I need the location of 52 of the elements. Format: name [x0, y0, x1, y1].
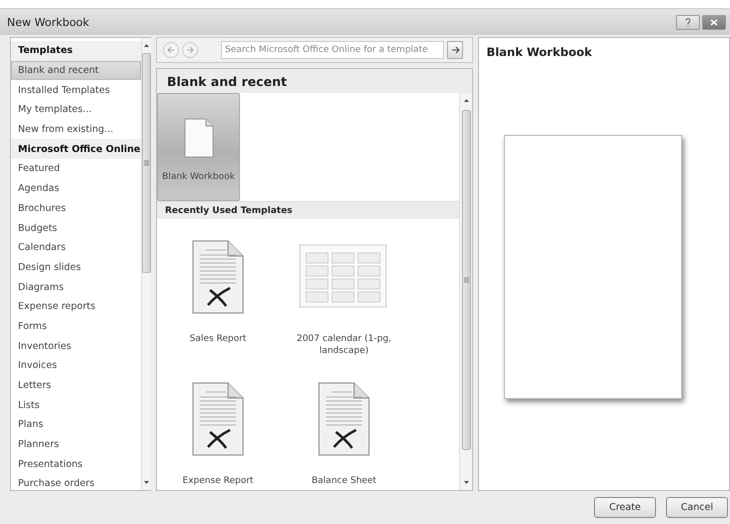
category-item[interactable]: Forms — [11, 316, 142, 336]
template-tile[interactable]: 2007 calendar (1-pg, landscape) — [285, 237, 403, 357]
scrollbar[interactable] — [141, 38, 152, 490]
search-go-button[interactable] — [447, 41, 463, 59]
close-button[interactable] — [702, 14, 726, 30]
scrollbar[interactable] — [459, 93, 472, 490]
calendar-thumbnail-icon — [299, 244, 389, 310]
category-item[interactable]: Design slides — [11, 258, 142, 278]
category-item[interactable]: Blank and recent — [11, 60, 142, 80]
spreadsheet-document-icon — [318, 382, 370, 456]
category-item[interactable]: Lists — [11, 395, 142, 416]
left-arrow-icon — [167, 46, 175, 54]
category-item[interactable]: Inventories — [11, 336, 142, 356]
scrollbar-thumb[interactable] — [462, 110, 471, 450]
right-arrow-icon — [186, 46, 194, 54]
create-button[interactable]: Create — [594, 497, 656, 518]
template-tile[interactable]: Sales Report — [159, 237, 277, 357]
category-item[interactable]: Diagrams — [11, 277, 142, 297]
category-item[interactable]: Featured — [11, 159, 142, 179]
help-icon — [685, 18, 691, 26]
category-header: Templates — [11, 41, 142, 61]
category-item[interactable]: Calendars — [11, 238, 142, 258]
category-item[interactable]: Expense reports — [11, 296, 142, 317]
help-button[interactable] — [676, 14, 700, 30]
category-item[interactable]: New from existing... — [11, 120, 142, 140]
category-item[interactable]: My templates... — [11, 100, 142, 120]
category-item[interactable]: Brochures — [11, 198, 142, 218]
scrollbar-thumb[interactable] — [142, 53, 152, 273]
spreadsheet-document-icon — [192, 240, 244, 314]
category-item[interactable]: Agendas — [11, 178, 142, 198]
category-item[interactable]: Planners — [11, 434, 142, 454]
spreadsheet-document-icon — [192, 382, 244, 456]
close-icon — [710, 18, 718, 26]
subsection-title: Recently Used Templates — [157, 201, 460, 219]
blank-page-icon — [184, 118, 214, 158]
template-tile[interactable]: Balance Sheet — [285, 379, 403, 487]
right-arrow-icon — [450, 46, 460, 54]
category-item[interactable]: Plans — [11, 415, 142, 435]
category-item[interactable]: Invoices — [11, 356, 142, 376]
section-title: Blank and recent — [157, 69, 472, 93]
category-item[interactable]: Installed Templates — [11, 80, 142, 100]
category-item[interactable]: Presentations — [11, 454, 142, 474]
window-title: New Workbook — [7, 16, 90, 28]
search-field[interactable]: Search Microsoft Office Online for a template — [221, 41, 444, 59]
preview-title: Blank Workbook — [485, 44, 592, 59]
category-header: Microsoft Office Online — [11, 139, 142, 160]
category-item[interactable]: Letters — [11, 376, 142, 396]
category-item[interactable]: Budgets — [11, 218, 142, 238]
category-item[interactable]: Purchase orders — [11, 474, 142, 494]
template-tile[interactable]: Expense Report — [159, 379, 277, 487]
template-tile[interactable]: Blank Workbook — [157, 93, 240, 201]
cancel-button[interactable]: Cancel — [666, 497, 728, 518]
